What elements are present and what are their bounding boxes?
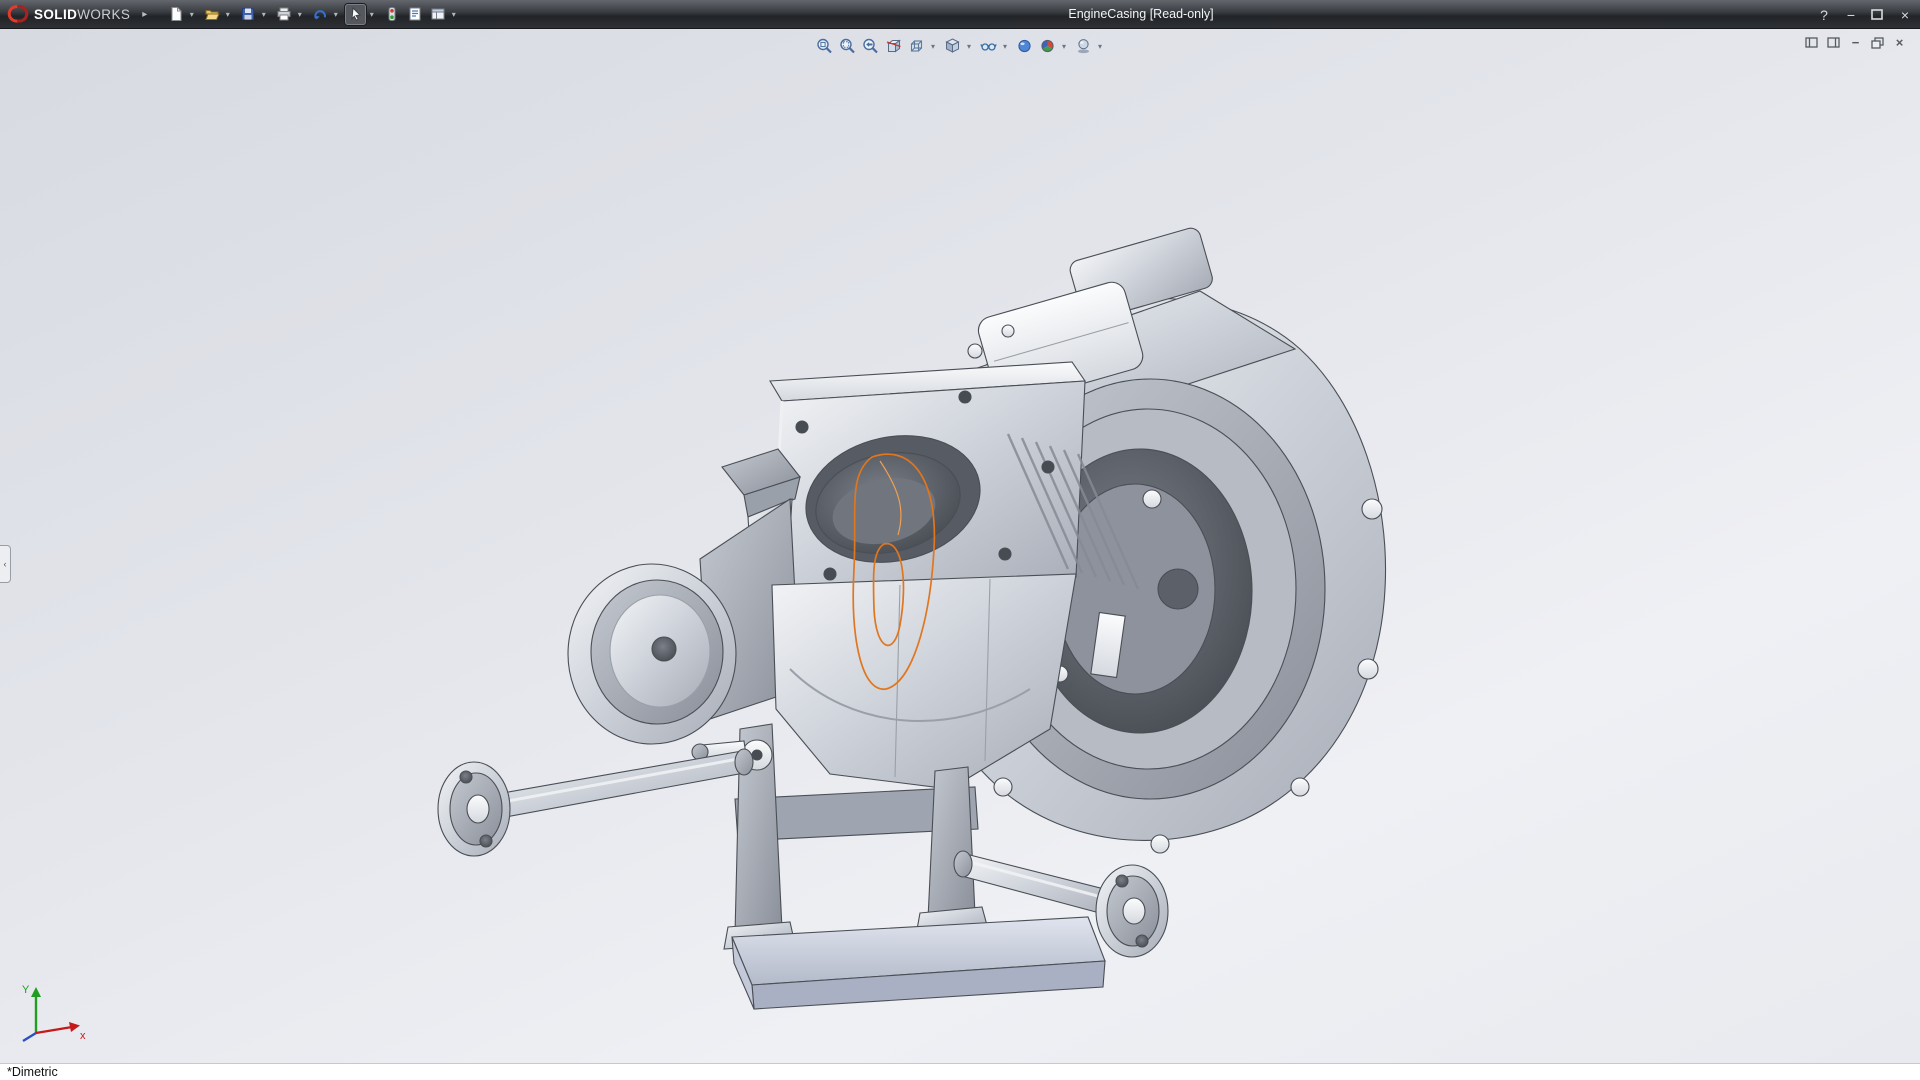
display-style-caret[interactable]: ▾: [964, 42, 975, 51]
display-style-cube-icon: [944, 37, 962, 55]
minimize-button[interactable]: −: [1844, 8, 1858, 22]
print-icon: [276, 6, 292, 22]
doc-restore-button[interactable]: [1871, 37, 1884, 49]
heads-up-view-toolbar: ▾ ▾ ▾: [813, 35, 1108, 57]
hide-show-items-button[interactable]: [978, 35, 1000, 57]
new-document-icon: [168, 6, 184, 22]
save-floppy-icon: [240, 6, 256, 22]
titlebar[interactable]: SOLIDWORKS ▸ ▾ ▾ ▾: [0, 0, 1920, 29]
restore-icon: [1871, 37, 1884, 49]
graphics-viewport[interactable]: ▾ ▾ ▾: [0, 29, 1920, 1063]
close-button[interactable]: ×: [1898, 8, 1912, 22]
splitter-arrow-icon: ‹: [4, 559, 7, 569]
rebuild-traffic-light-icon: [384, 6, 400, 22]
view-settings-shadow-icon: [1075, 37, 1093, 55]
model-geometry: [438, 226, 1386, 1009]
triad-x-label: x: [80, 1030, 86, 1042]
rebuild-button[interactable]: [381, 4, 402, 25]
zoom-to-area-button[interactable]: [837, 35, 859, 57]
options-panel-icon: [430, 6, 446, 22]
solidworks-logo-icon: [7, 4, 29, 24]
feature-pane-toggle-button[interactable]: [1805, 37, 1818, 48]
edit-appearance-sphere-icon: [1016, 37, 1034, 55]
view-orientation-status: *Dimetric: [7, 1065, 58, 1079]
print-button[interactable]: [273, 4, 294, 25]
open-button[interactable]: [201, 4, 222, 25]
document-window-controls: − ×: [1805, 36, 1906, 49]
zoom-to-fit-icon: [816, 37, 834, 55]
apply-scene-caret[interactable]: ▾: [1059, 42, 1070, 51]
undo-button[interactable]: [309, 4, 330, 25]
view-orientation-caret[interactable]: ▾: [928, 42, 939, 51]
save-dropdown-caret[interactable]: ▾: [258, 10, 269, 19]
select-dropdown-caret[interactable]: ▾: [366, 10, 377, 19]
edit-appearance-button[interactable]: [1014, 35, 1036, 57]
previous-view-button[interactable]: [860, 35, 882, 57]
brand-text: SOLIDWORKS: [34, 7, 130, 22]
new-dropdown-caret[interactable]: ▾: [186, 10, 197, 19]
options-dropdown-caret[interactable]: ▾: [448, 10, 459, 19]
new-document-button[interactable]: [165, 4, 186, 25]
print-dropdown-caret[interactable]: ▾: [294, 10, 305, 19]
options-button[interactable]: [427, 4, 448, 25]
select-cursor-icon: [348, 6, 364, 22]
display-pane-toggle-button[interactable]: [1827, 37, 1840, 48]
maximize-icon: [1871, 9, 1883, 20]
zoom-to-area-icon: [839, 37, 857, 55]
open-folder-icon: [204, 6, 220, 22]
save-button[interactable]: [237, 4, 258, 25]
reference-triad: Y x: [14, 981, 90, 1043]
triad-y-label: Y: [22, 984, 30, 996]
open-dropdown-caret[interactable]: ▾: [222, 10, 233, 19]
pane-right-icon: [1827, 37, 1840, 48]
section-view-button[interactable]: [883, 35, 905, 57]
view-orientation-cube-icon: [908, 37, 926, 55]
window-controls: ? − ×: [1817, 0, 1912, 29]
select-tool-button[interactable]: [345, 4, 366, 25]
previous-view-icon: [862, 37, 880, 55]
file-properties-button[interactable]: [404, 4, 425, 25]
view-settings-caret[interactable]: ▾: [1095, 42, 1106, 51]
engine-casing-3d-model[interactable]: [0, 29, 1920, 1063]
doc-minimize-button[interactable]: −: [1849, 36, 1862, 49]
undo-arrow-icon: [312, 6, 328, 22]
menu-expand-arrow[interactable]: ▸: [142, 9, 147, 20]
pane-left-icon: [1805, 37, 1818, 48]
solidworks-brand: SOLIDWORKS: [0, 4, 138, 24]
maximize-button[interactable]: [1871, 9, 1885, 20]
apply-scene-button[interactable]: [1037, 35, 1059, 57]
view-settings-button[interactable]: [1073, 35, 1095, 57]
view-orientation-button[interactable]: [906, 35, 928, 57]
feature-manager-splitter-handle[interactable]: ‹: [0, 545, 11, 583]
titlebar-toolbar: ▾ ▾ ▾ ▾: [163, 4, 461, 25]
undo-dropdown-caret[interactable]: ▾: [330, 10, 341, 19]
apply-scene-ball-icon: [1039, 37, 1057, 55]
display-style-button[interactable]: [942, 35, 964, 57]
zoom-to-fit-button[interactable]: [814, 35, 836, 57]
section-view-icon: [885, 37, 903, 55]
status-bar: *Dimetric: [0, 1063, 1920, 1080]
window-title: EngineCasing [Read-only]: [1068, 0, 1213, 29]
doc-close-button[interactable]: ×: [1893, 36, 1906, 49]
hide-show-caret[interactable]: ▾: [1000, 42, 1011, 51]
hide-show-glasses-icon: [980, 37, 998, 55]
file-properties-icon: [407, 6, 423, 22]
help-button[interactable]: ?: [1817, 8, 1831, 22]
